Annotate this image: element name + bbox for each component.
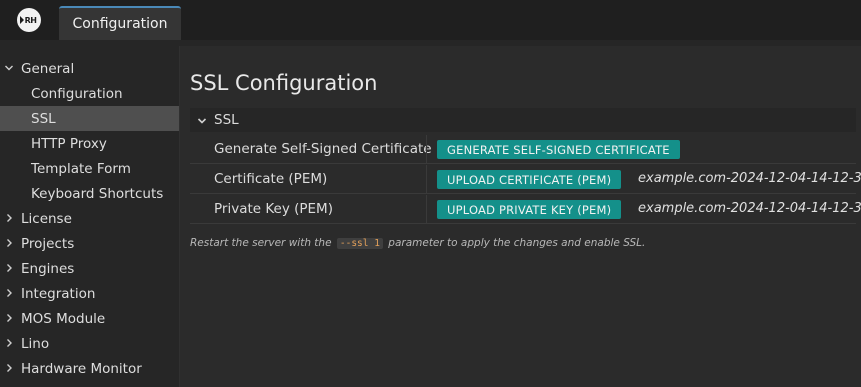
sidebar-item-integration[interactable]: Integration bbox=[0, 281, 179, 306]
chevron-right-icon bbox=[7, 214, 12, 222]
sidebar-item-hardware-monitor[interactable]: Hardware Monitor bbox=[0, 356, 179, 381]
setting-label: Private Key (PEM) bbox=[214, 201, 333, 217]
chevron-right-icon bbox=[7, 314, 12, 322]
chevron-right-icon bbox=[7, 264, 12, 272]
sidebar-item-label: Engines bbox=[21, 260, 75, 277]
sidebar-item-label: Keyboard Shortcuts bbox=[31, 185, 164, 202]
chevron-right-icon bbox=[7, 339, 12, 347]
sidebar-item-license[interactable]: License bbox=[0, 206, 179, 231]
setting-label: Certificate (PEM) bbox=[214, 171, 328, 187]
sidebar-item-label: MOS Module bbox=[21, 310, 106, 327]
sidebar-item-mos-module[interactable]: MOS Module bbox=[0, 306, 179, 331]
column-divider bbox=[426, 165, 427, 194]
sidebar-item-label: Template Form bbox=[31, 160, 131, 177]
upload-private-key-button[interactable]: UPLOAD PRIVATE KEY (PEM) bbox=[437, 200, 622, 219]
section-label: SSL bbox=[214, 112, 239, 128]
sidebar-item-general[interactable]: General bbox=[0, 56, 179, 81]
hint-text-before: Restart the server with the bbox=[190, 237, 332, 249]
sidebar-item-template-form[interactable]: Template Form bbox=[0, 156, 179, 181]
ssl-parameter-code: --ssl 1 bbox=[336, 238, 383, 249]
chevron-right-icon bbox=[7, 289, 12, 297]
play-icon bbox=[20, 16, 24, 24]
sidebar-item-keyboard-shortcuts[interactable]: Keyboard Shortcuts bbox=[0, 181, 179, 206]
sidebar-item-configuration[interactable]: Configuration bbox=[0, 81, 179, 106]
restart-hint: Restart the server with the --ssl 1 para… bbox=[190, 237, 645, 249]
column-divider bbox=[426, 195, 427, 224]
sidebar-item-label: Hardware Monitor bbox=[21, 360, 142, 377]
chevron-right-icon bbox=[7, 239, 12, 247]
certificate-filename: example.com-2024-12-04-14-12-32 bbox=[638, 171, 861, 186]
sidebar-item-label: Configuration bbox=[31, 85, 123, 102]
main-panel: SSL Configuration SSL Generate Self-Sign… bbox=[180, 46, 861, 387]
sidebar-item-label: Projects bbox=[21, 235, 75, 252]
sidebar-item-projects[interactable]: Projects bbox=[0, 231, 179, 256]
generate-certificate-button[interactable]: GENERATE SELF-SIGNED CERTIFICATE bbox=[437, 140, 680, 159]
section-header-ssl[interactable]: SSL bbox=[190, 108, 856, 132]
upload-certificate-button[interactable]: UPLOAD CERTIFICATE (PEM) bbox=[437, 170, 622, 189]
sidebar-item-http-proxy[interactable]: HTTP Proxy bbox=[0, 131, 179, 156]
page-title: SSL Configuration bbox=[190, 71, 378, 95]
hint-text-after: parameter to apply the changes and enabl… bbox=[388, 237, 646, 249]
sidebar-item-ssl[interactable]: SSL bbox=[0, 106, 179, 131]
sidebar-item-label: Lino bbox=[21, 335, 50, 352]
sidebar-item-label: Integration bbox=[21, 285, 96, 302]
chevron-right-icon bbox=[7, 364, 12, 372]
setting-label: Generate Self-Signed Certificate bbox=[214, 141, 432, 157]
sidebar-item-label: HTTP Proxy bbox=[31, 135, 107, 152]
setting-row-private-key: Private Key (PEM) UPLOAD PRIVATE KEY (PE… bbox=[190, 195, 861, 224]
setting-row-generate-certificate: Generate Self-Signed Certificate GENERAT… bbox=[190, 135, 856, 164]
sidebar-item-engines[interactable]: Engines bbox=[0, 256, 179, 281]
sidebar-item-lino[interactable]: Lino bbox=[0, 331, 179, 356]
sidebar-item-label: General bbox=[21, 60, 75, 77]
private-key-filename: example.com-2024-12-04-14-12-32 bbox=[638, 201, 861, 216]
sidebar-item-label: SSL bbox=[31, 110, 56, 127]
setting-row-certificate: Certificate (PEM) UPLOAD CERTIFICATE (PE… bbox=[190, 165, 861, 194]
tab-configuration[interactable]: Configuration bbox=[59, 6, 181, 40]
chevron-down-icon bbox=[5, 65, 13, 71]
app-logo[interactable]: RH bbox=[17, 8, 41, 32]
column-divider bbox=[426, 135, 427, 164]
logo-text: RH bbox=[24, 15, 37, 25]
top-bar: RH Configuration bbox=[0, 0, 861, 40]
sidebar-item-label: License bbox=[21, 210, 72, 227]
sidebar: General Configuration SSL HTTP Proxy Tem… bbox=[0, 46, 180, 387]
chevron-down-icon bbox=[197, 118, 207, 124]
